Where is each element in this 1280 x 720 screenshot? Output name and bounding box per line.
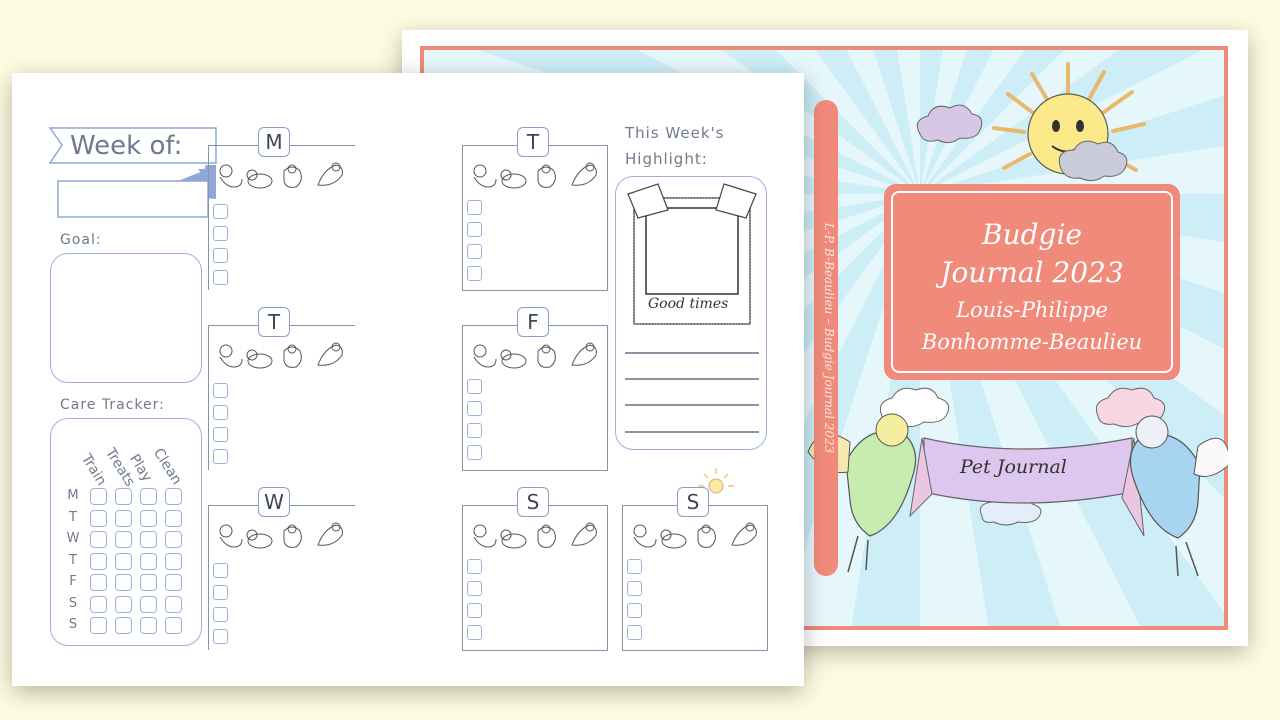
- pet-icons: [466, 157, 606, 195]
- todo-checkbox[interactable]: [213, 427, 228, 442]
- day-tab: W: [258, 487, 290, 517]
- day-tab: S: [517, 487, 549, 517]
- care-row-label: T: [69, 509, 77, 525]
- pet-icons: [626, 517, 766, 555]
- care-checkbox[interactable]: [115, 595, 132, 613]
- todo-checkbox[interactable]: [213, 270, 228, 285]
- care-row-label: M: [67, 488, 79, 503]
- care-checkbox[interactable]: [90, 509, 107, 527]
- week-of-label: Week of:: [70, 131, 183, 161]
- spine-text: L-P. B-Beaulieu – Budgie Journal 2023: [822, 222, 836, 454]
- pet-icons: [212, 517, 352, 555]
- care-checkbox[interactable]: [165, 552, 182, 570]
- care-tracker-label: Care Tracker:: [60, 397, 165, 413]
- todo-checkbox[interactable]: [627, 625, 642, 640]
- todo-checkbox[interactable]: [467, 445, 482, 460]
- small-sun-icon: [698, 468, 734, 494]
- care-checkbox[interactable]: [115, 574, 132, 591]
- day-tab: T: [517, 127, 549, 157]
- care-checkbox[interactable]: [140, 531, 157, 548]
- banner-text: Pet Journal: [960, 456, 1067, 478]
- day-tab: F: [517, 307, 549, 337]
- highlight-line: [625, 378, 759, 380]
- highlight-label-line2: Highlight:: [625, 150, 708, 168]
- care-row-label: F: [69, 574, 77, 589]
- todo-checkbox[interactable]: [213, 585, 228, 600]
- pet-icons: [466, 337, 606, 375]
- goal-label: Goal:: [60, 232, 102, 248]
- todo-checkbox[interactable]: [213, 607, 228, 622]
- care-row-label: W: [66, 531, 80, 546]
- goal-box[interactable]: [50, 253, 202, 383]
- care-checkbox[interactable]: [90, 488, 107, 505]
- cover-author-line2: Bonhomme-Beaulieu: [921, 330, 1143, 354]
- care-checkbox[interactable]: [115, 552, 132, 570]
- todo-checkbox[interactable]: [213, 226, 228, 241]
- care-row-label: S: [68, 617, 78, 632]
- day-tab: M: [258, 127, 290, 157]
- todo-checkbox[interactable]: [627, 581, 642, 596]
- todo-checkbox[interactable]: [467, 603, 482, 618]
- todo-checkbox[interactable]: [467, 244, 482, 259]
- cover-title-line2: Journal 2023: [940, 256, 1124, 289]
- pet-icons: [466, 517, 606, 555]
- care-row-label: T: [69, 552, 77, 568]
- care-checkbox[interactable]: [165, 488, 182, 505]
- todo-checkbox[interactable]: [213, 204, 228, 219]
- care-checkbox[interactable]: [90, 617, 107, 634]
- todo-checkbox[interactable]: [467, 379, 482, 394]
- highlight-label-line1: This Week's: [625, 124, 725, 142]
- todo-checkbox[interactable]: [467, 401, 482, 416]
- care-checkbox[interactable]: [90, 574, 107, 591]
- todo-checkbox[interactable]: [467, 200, 482, 215]
- care-checkbox[interactable]: [90, 595, 107, 613]
- todo-checkbox[interactable]: [467, 423, 482, 438]
- todo-checkbox[interactable]: [213, 405, 228, 420]
- day-tab: T: [258, 307, 290, 337]
- pet-icons: [212, 157, 352, 195]
- care-checkbox[interactable]: [115, 488, 132, 505]
- pet-icons: [212, 337, 352, 375]
- todo-checkbox[interactable]: [627, 559, 642, 574]
- care-checkbox[interactable]: [165, 574, 182, 591]
- highlight-line: [625, 352, 759, 354]
- cover-author-line1: Louis-Philippe: [956, 298, 1108, 322]
- highlight-line: [625, 431, 759, 433]
- todo-checkbox[interactable]: [213, 383, 228, 398]
- care-checkbox[interactable]: [115, 531, 132, 548]
- polaroid-caption: Good times: [648, 296, 729, 312]
- care-checkbox[interactable]: [140, 595, 157, 613]
- todo-checkbox[interactable]: [467, 559, 482, 574]
- care-checkbox[interactable]: [115, 617, 132, 634]
- todo-checkbox[interactable]: [213, 629, 228, 644]
- todo-checkbox[interactable]: [467, 222, 482, 237]
- care-checkbox[interactable]: [165, 595, 182, 613]
- care-checkbox[interactable]: [90, 531, 107, 548]
- todo-checkbox[interactable]: [627, 603, 642, 618]
- todo-checkbox[interactable]: [467, 581, 482, 596]
- care-checkbox[interactable]: [140, 488, 157, 505]
- highlight-line: [625, 404, 759, 406]
- care-checkbox[interactable]: [115, 509, 132, 527]
- todo-checkbox[interactable]: [213, 248, 228, 263]
- care-checkbox[interactable]: [165, 509, 182, 527]
- cover-title-line1: Budgie: [982, 218, 1082, 251]
- care-checkbox[interactable]: [165, 617, 182, 634]
- care-row-label: S: [68, 595, 78, 611]
- care-checkbox[interactable]: [140, 509, 157, 527]
- care-checkbox[interactable]: [140, 552, 157, 570]
- care-checkbox[interactable]: [90, 552, 107, 570]
- care-checkbox[interactable]: [140, 574, 157, 591]
- care-checkbox[interactable]: [165, 531, 182, 548]
- todo-checkbox[interactable]: [467, 625, 482, 640]
- todo-checkbox[interactable]: [213, 563, 228, 578]
- care-checkbox[interactable]: [140, 617, 157, 634]
- todo-checkbox[interactable]: [213, 449, 228, 464]
- todo-checkbox[interactable]: [467, 266, 482, 281]
